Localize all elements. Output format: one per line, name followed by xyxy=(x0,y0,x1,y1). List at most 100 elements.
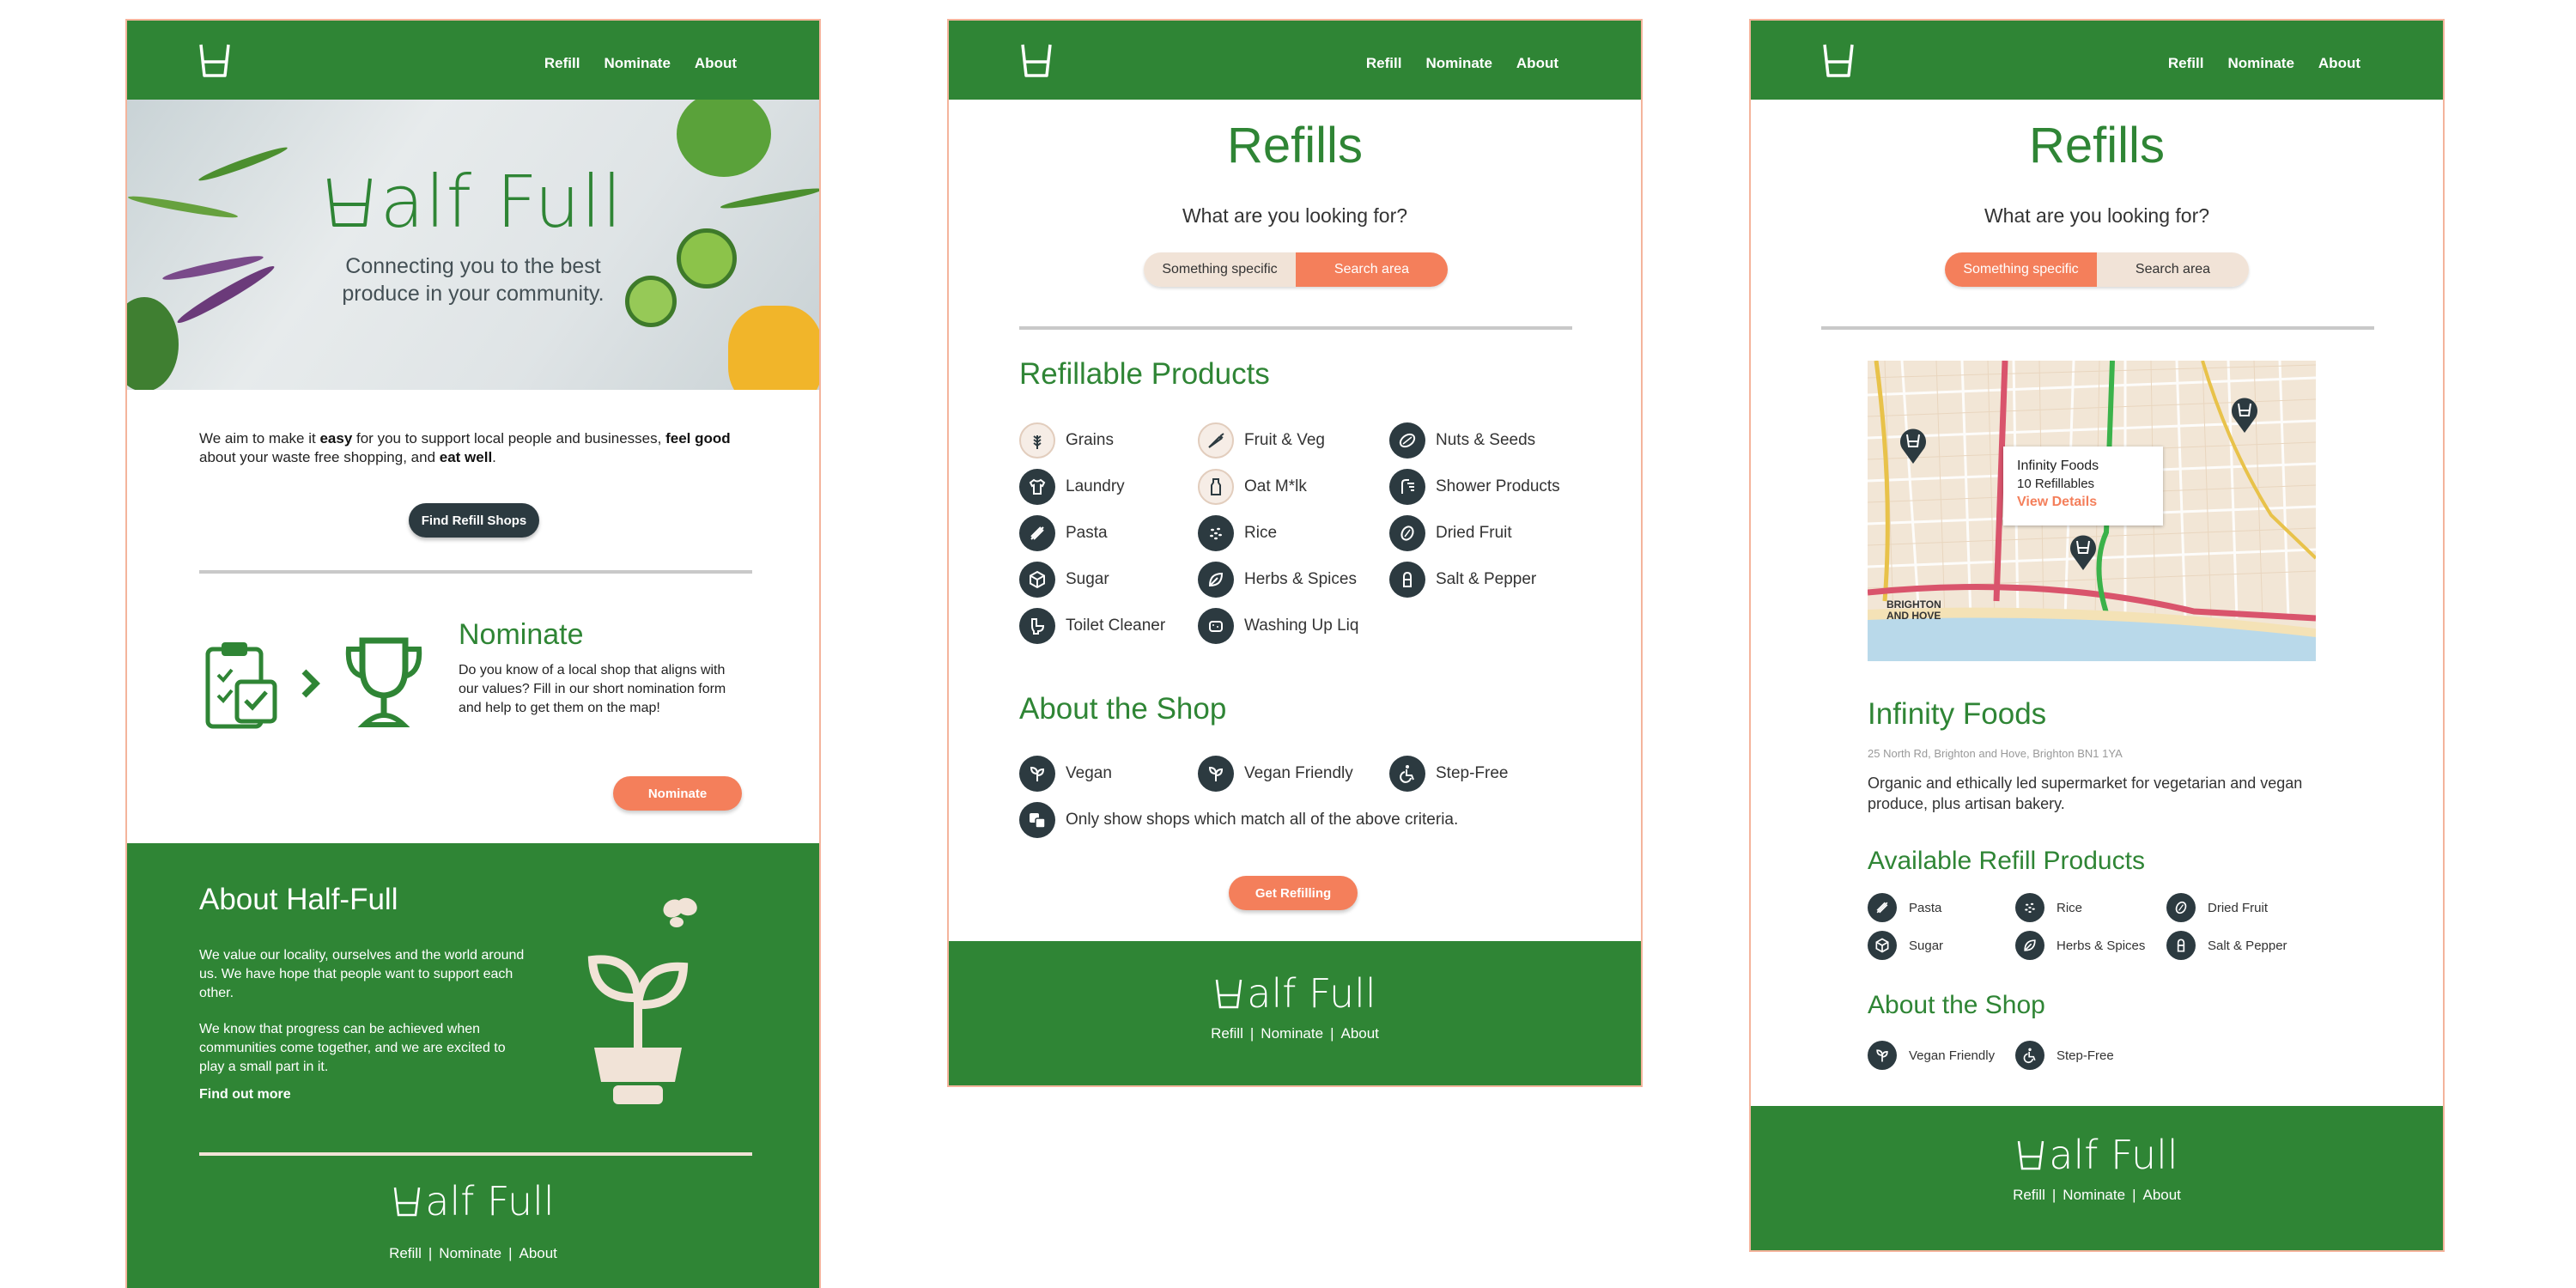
map-popup-view-details-link[interactable]: View Details xyxy=(2017,493,2149,511)
filter-dried-fruit[interactable]: Dried Fruit xyxy=(2166,893,2268,922)
filter-shower-products[interactable]: Shower Products xyxy=(1389,469,1560,505)
filter-sugar[interactable]: Sugar xyxy=(1868,931,1943,960)
filter-label: Laundry xyxy=(1066,477,1125,495)
filter-nuts-seeds[interactable]: Nuts & Seeds xyxy=(1389,422,1535,459)
cup-logo-icon[interactable] xyxy=(197,41,232,79)
filter-grains[interactable]: Grains xyxy=(1019,422,1114,459)
about-shop-heading: About the Shop xyxy=(1019,692,1227,726)
filter-salt-pepper[interactable]: Salt & Pepper xyxy=(2166,931,2287,960)
divider xyxy=(199,1152,752,1156)
search-question: What are you looking for? xyxy=(1984,204,2210,227)
footer-separator: | xyxy=(2132,1187,2136,1203)
filter-sugar[interactable]: Sugar xyxy=(1019,562,1109,598)
footer-refill-link[interactable]: Refill xyxy=(2009,1187,2049,1203)
toggle-something-specific[interactable]: Something specific xyxy=(1144,252,1296,287)
hero-title-text: alf Full xyxy=(380,160,623,244)
toggle-search-area[interactable]: Search area xyxy=(2097,252,2249,287)
filter-pasta[interactable]: Pasta xyxy=(1868,893,1941,922)
wheelchair-icon xyxy=(2015,1041,2044,1070)
cup-logo-icon[interactable] xyxy=(1019,41,1054,79)
footer-nominate-link[interactable]: Nominate xyxy=(2059,1187,2129,1203)
filter-label: Herbs & Spices xyxy=(1244,570,1357,588)
filter-vegan-friendly[interactable]: Vegan Friendly xyxy=(1198,756,1353,792)
map-popup[interactable]: Infinity Foods 10 Refillables View Detai… xyxy=(2003,447,2163,526)
footer-about-link[interactable]: About xyxy=(515,1245,560,1261)
map-pin-icon[interactable] xyxy=(2228,393,2261,434)
footer-about-link[interactable]: About xyxy=(1337,1025,1382,1042)
nav-about-link[interactable]: About xyxy=(2318,55,2360,72)
filter-label: Grains xyxy=(1066,431,1114,449)
sprout-icon xyxy=(1198,756,1234,792)
nav-about-link[interactable]: About xyxy=(695,55,737,72)
footer-about-link[interactable]: About xyxy=(2139,1187,2184,1203)
footer-logo[interactable]: alf Full xyxy=(127,1178,819,1224)
filter-salt-pepper[interactable]: Salt & Pepper xyxy=(1389,562,1536,598)
filter-fruit-veg[interactable]: Fruit & Veg xyxy=(1198,422,1325,459)
footer-refill-link[interactable]: Refill xyxy=(1207,1025,1247,1042)
filter-label: Oat M*lk xyxy=(1244,477,1307,495)
filter-rice[interactable]: Rice xyxy=(2015,893,2082,922)
area-map[interactable]: BRIGHTON AND HOVE Infinity Foods 10 Refi… xyxy=(1868,361,2316,661)
nav-refill-link[interactable]: Refill xyxy=(2168,55,2204,72)
filter-herbs-spices[interactable]: Herbs & Spices xyxy=(1198,562,1357,598)
shop-name: Infinity Foods xyxy=(1868,697,2047,731)
filter-label: Shower Products xyxy=(1436,477,1560,495)
nav-nominate-link[interactable]: Nominate xyxy=(1425,55,1492,72)
footer-separator: | xyxy=(1249,1025,1255,1042)
footer-links: Refill | Nominate | About xyxy=(127,1245,819,1262)
nav-about-link[interactable]: About xyxy=(1516,55,1558,72)
chevron-right-icon xyxy=(301,669,320,698)
filter-step-free[interactable]: Step-Free xyxy=(1389,756,1508,792)
footer-logo[interactable]: alf Full xyxy=(949,970,1641,1017)
hero-subtitle-line: produce in your community. xyxy=(342,282,605,306)
filter-herbs-spices[interactable]: Herbs & Spices xyxy=(2015,931,2145,960)
filter-vegan-friendly[interactable]: Vegan Friendly xyxy=(1868,1041,1995,1070)
about-shop-heading: About the Shop xyxy=(1868,991,2045,1019)
potted-plant-icon xyxy=(587,955,689,1104)
intro-fragment: for you to support local people and busi… xyxy=(352,430,666,447)
footer-refill-link[interactable]: Refill xyxy=(386,1245,425,1261)
nominate-button[interactable]: Nominate xyxy=(613,776,742,811)
match-all-checkbox[interactable]: Only show shops which match all of the a… xyxy=(1019,802,1458,838)
leaf-icon xyxy=(2015,931,2044,960)
nav-refill-link[interactable]: Refill xyxy=(1366,55,1402,72)
footer-separator: | xyxy=(2051,1187,2057,1203)
checklist-icon xyxy=(205,642,277,729)
hero-subtitle: Connecting you to the best produce in yo… xyxy=(127,252,819,307)
wheat-icon xyxy=(1019,422,1055,459)
filter-toilet-cleaner[interactable]: Toilet Cleaner xyxy=(1019,608,1165,644)
chili-image xyxy=(127,297,179,390)
filter-dried-fruit[interactable]: Dried Fruit xyxy=(1389,515,1512,551)
nav-nominate-link[interactable]: Nominate xyxy=(604,55,670,72)
filter-oat-m-lk[interactable]: Oat M*lk xyxy=(1198,469,1307,505)
footer-nominate-link[interactable]: Nominate xyxy=(435,1245,505,1261)
shop-description: Organic and ethically led supermarket fo… xyxy=(1868,775,2303,812)
filter-washing-up-liq[interactable]: Washing Up Liq xyxy=(1198,608,1358,644)
nav-refill-link[interactable]: Refill xyxy=(544,55,580,72)
footer-nominate-link[interactable]: Nominate xyxy=(1257,1025,1327,1042)
nut-icon xyxy=(1389,422,1425,459)
filter-rice[interactable]: Rice xyxy=(1198,515,1277,551)
toggle-search-area[interactable]: Search area xyxy=(1296,252,1448,287)
filter-step-free[interactable]: Step-Free xyxy=(2015,1041,2114,1070)
nav-nominate-link[interactable]: Nominate xyxy=(2227,55,2293,72)
filter-vegan[interactable]: Vegan xyxy=(1019,756,1112,792)
search-mode-toggle: Something specific Search area xyxy=(1945,252,2249,287)
cup-logo-icon[interactable] xyxy=(1821,41,1856,79)
footer-separator: | xyxy=(1330,1025,1334,1042)
toggle-something-specific[interactable]: Something specific xyxy=(1945,252,2097,287)
map-pin-icon[interactable] xyxy=(1897,424,1929,465)
get-refilling-button[interactable]: Get Refilling xyxy=(1229,876,1358,910)
footer-logo[interactable]: alf Full xyxy=(1751,1132,2443,1178)
filter-pasta[interactable]: Pasta xyxy=(1019,515,1108,551)
about-section: About Half-Full We value our locality, o… xyxy=(127,843,819,1288)
top-nav-bar: Refill Nominate About xyxy=(1751,21,2443,100)
footer-links: Refill | Nominate | About xyxy=(949,1025,1641,1042)
footer: alf Full Refill | Nominate | About xyxy=(1751,1106,2443,1250)
find-refill-shops-button[interactable]: Find Refill Shops xyxy=(409,503,539,538)
filter-laundry[interactable]: Laundry xyxy=(1019,469,1125,505)
refillable-products-heading: Refillable Products xyxy=(1019,357,1270,391)
find-out-more-link[interactable]: Find out more xyxy=(199,1087,291,1103)
filter-label: Toilet Cleaner xyxy=(1066,617,1166,635)
map-pin-icon[interactable] xyxy=(2067,531,2099,572)
